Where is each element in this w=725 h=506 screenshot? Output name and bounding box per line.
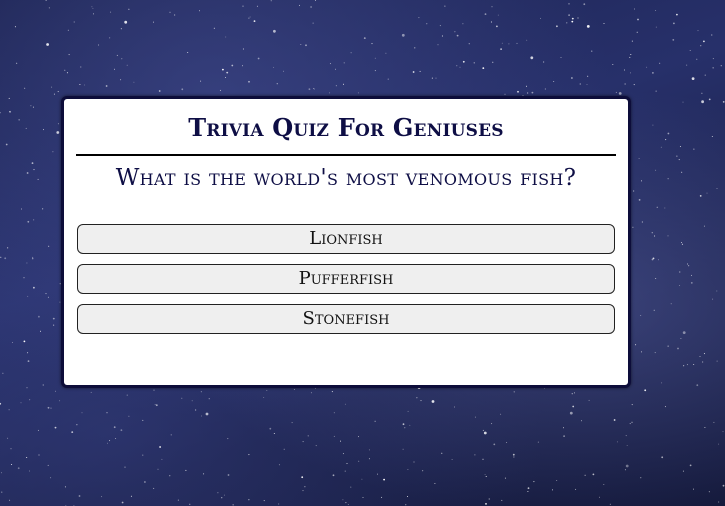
answer-button-stonefish[interactable]: Stonefish [77, 304, 615, 334]
quiz-card: Trivia Quiz For Geniuses What is the wor… [61, 96, 631, 388]
answer-button-lionfish[interactable]: Lionfish [77, 224, 615, 254]
answer-list: Lionfish Pufferfish Stonefish [77, 224, 615, 344]
title-divider [76, 154, 616, 156]
answer-button-pufferfish[interactable]: Pufferfish [77, 264, 615, 294]
question-text: What is the world's most venomous fish? [115, 165, 577, 191]
quiz-title: Trivia Quiz For Geniuses [188, 113, 504, 142]
